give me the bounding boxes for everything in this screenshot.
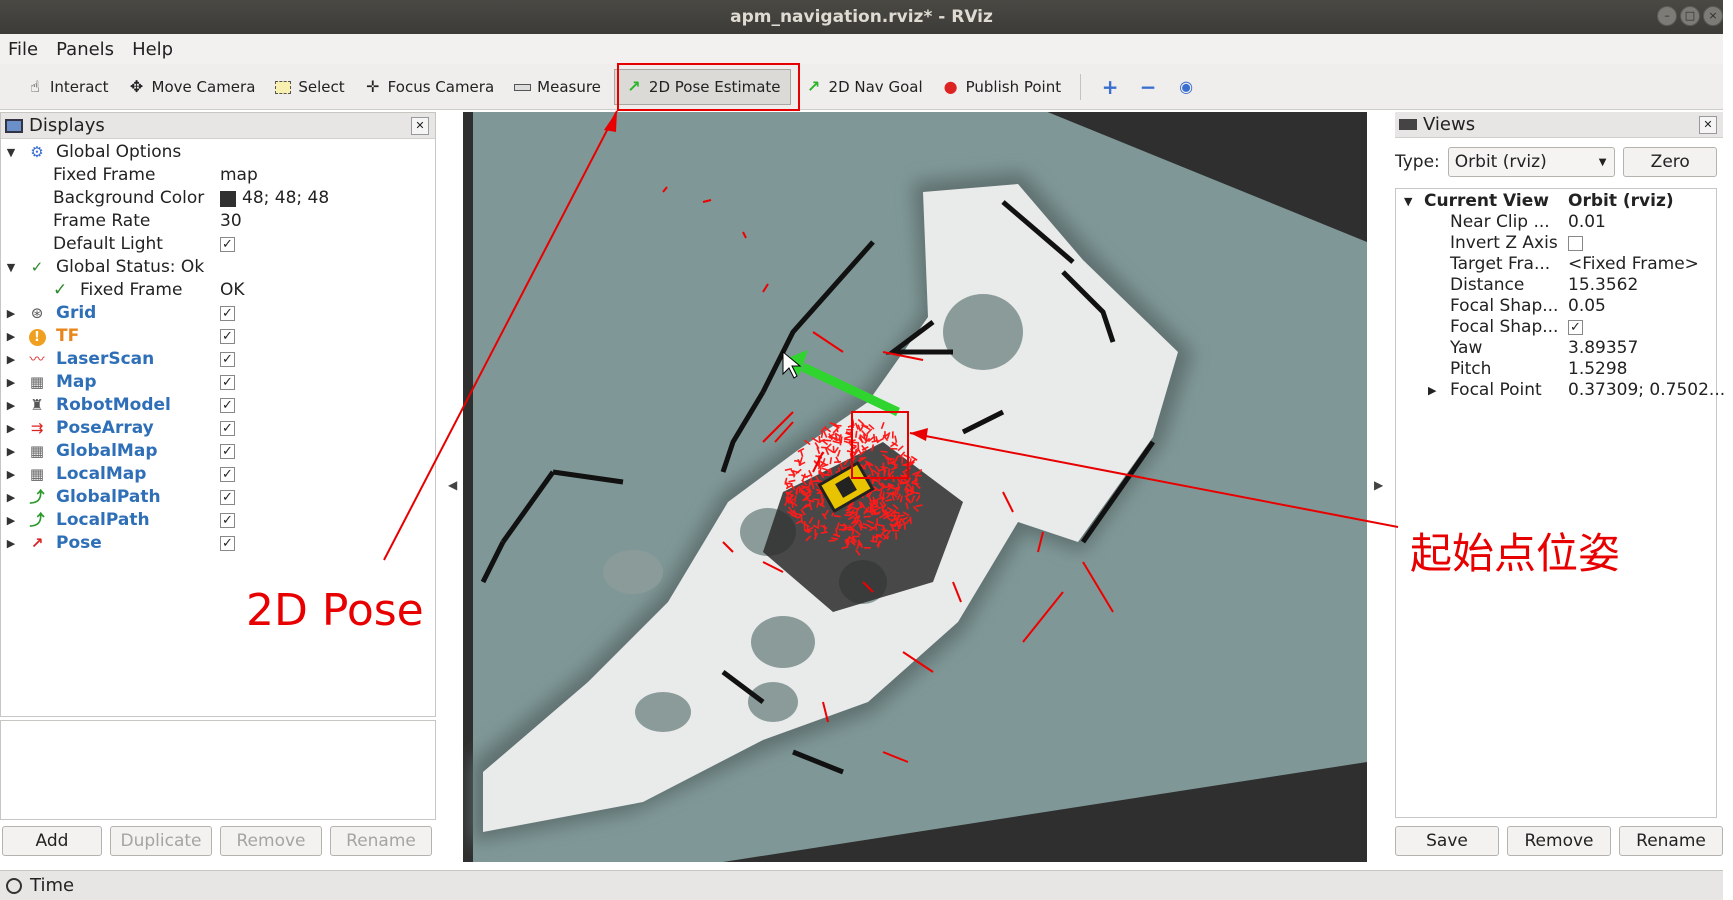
annotation-overlay <box>383 110 1399 561</box>
annotation-arrow-left <box>383 110 618 561</box>
annotation-arrowhead <box>604 111 617 132</box>
annotation-label-2d-pose: 2D Pose <box>246 585 424 636</box>
annotation-arrow-right <box>909 432 1399 528</box>
annotation-label-start-pose: 起始点位姿 <box>1410 529 1621 578</box>
